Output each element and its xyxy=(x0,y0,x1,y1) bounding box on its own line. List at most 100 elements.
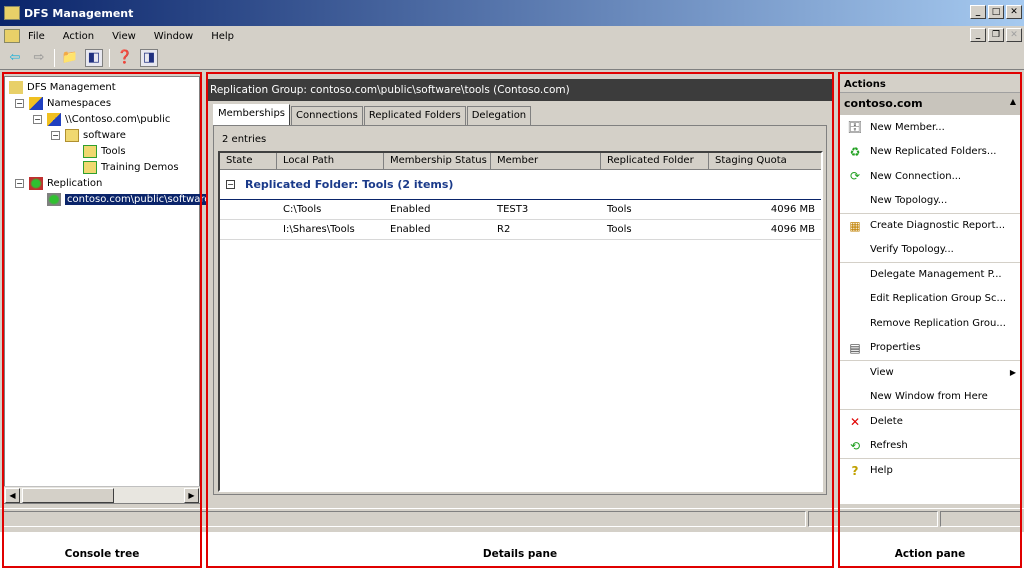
folder-icon xyxy=(65,129,79,142)
column-state[interactable]: State xyxy=(220,153,277,169)
list-header: State Local Path Membership Status Membe… xyxy=(220,153,821,170)
tab-connections[interactable]: Connections xyxy=(291,106,363,125)
action-new-window[interactable]: New Window from Here xyxy=(840,385,1020,410)
namespace-icon xyxy=(47,113,61,126)
cell-member: R2 xyxy=(497,224,511,235)
status-panel xyxy=(2,511,806,527)
toolbar-separator xyxy=(109,48,110,67)
collapse-up-icon[interactable]: ▲ xyxy=(1010,97,1016,106)
maximize-button[interactable]: □ xyxy=(988,5,1004,19)
status-panel xyxy=(940,511,1022,527)
tree-item-root[interactable]: DFS Management xyxy=(9,81,116,94)
blank-icon xyxy=(846,193,864,209)
action-delete[interactable]: ✕ Delete xyxy=(840,409,1020,434)
forward-arrow-icon[interactable]: ⇨ xyxy=(30,49,48,67)
cell-local-path: I:\Shares\Tools xyxy=(283,224,355,235)
action-new-member[interactable]: 🗄 New Member... xyxy=(840,115,1020,140)
cell-status: Enabled xyxy=(390,204,431,215)
new-connection-icon: ⟳ xyxy=(849,169,861,184)
action-pane-caption: Action pane xyxy=(894,548,966,560)
collapse-namespaces[interactable]: − xyxy=(15,99,24,108)
menu-action[interactable]: Action xyxy=(63,31,94,42)
up-folder-icon[interactable]: 📁 xyxy=(61,49,79,67)
column-local-path[interactable]: Local Path xyxy=(277,153,384,169)
menu-view[interactable]: View xyxy=(112,31,136,42)
show-hide-tree-icon[interactable]: ◧ xyxy=(85,48,103,67)
help-icon: ? xyxy=(851,463,859,478)
column-membership-status[interactable]: Membership Status xyxy=(384,153,491,169)
action-refresh[interactable]: ⟲ Refresh xyxy=(840,434,1020,459)
action-new-connection[interactable]: ⟳ New Connection... xyxy=(840,164,1020,189)
collapse-replication[interactable]: − xyxy=(15,179,24,188)
blank-icon xyxy=(846,267,864,283)
tab-delegation[interactable]: Delegation xyxy=(466,106,532,125)
minimize-button[interactable]: _ xyxy=(970,5,986,19)
cell-folder: Tools xyxy=(607,204,632,215)
status-bar xyxy=(0,508,1024,528)
dfs-icon xyxy=(9,81,23,94)
tree-horizontal-scrollbar[interactable]: ◀ ▶ xyxy=(4,486,200,503)
action-new-topology[interactable]: New Topology... xyxy=(840,189,1020,214)
action-remove-replication-group[interactable]: Remove Replication Grou... xyxy=(840,311,1020,336)
scroll-left-icon[interactable]: ◀ xyxy=(5,488,20,503)
action-edit-replication-schedule[interactable]: Edit Replication Group Sc... xyxy=(840,287,1020,312)
close-button[interactable]: ✕ xyxy=(1006,5,1022,19)
group-header[interactable]: − Replicated Folder: Tools (2 items) xyxy=(220,170,821,200)
blank-icon xyxy=(846,365,864,381)
action-help[interactable]: ? Help xyxy=(840,458,1020,483)
toolbar: ⇦ ⇨ 📁 ◧ ❓ ◨ xyxy=(0,46,1024,70)
column-member[interactable]: Member xyxy=(491,153,601,169)
mdi-minimize-button[interactable]: _ xyxy=(970,28,986,42)
menu-help[interactable]: Help xyxy=(211,31,234,42)
title-bar: DFS Management _ □ ✕ xyxy=(0,0,1024,26)
blank-icon xyxy=(846,389,864,405)
memberships-list: State Local Path Membership Status Membe… xyxy=(218,151,823,492)
cell-member: TEST3 xyxy=(497,204,529,215)
submenu-arrow-icon: ▶ xyxy=(1009,368,1016,378)
mmc-doc-icon[interactable] xyxy=(4,29,20,43)
menu-file[interactable]: File xyxy=(28,31,45,42)
tree-item-software[interactable]: software xyxy=(65,129,126,142)
mdi-restore-button[interactable]: ❐ xyxy=(988,28,1004,42)
menu-window[interactable]: Window xyxy=(154,31,193,42)
back-arrow-icon[interactable]: ⇦ xyxy=(6,49,24,67)
tree-item-training-demos[interactable]: Training Demos xyxy=(83,161,179,174)
action-create-diagnostic-report[interactable]: ▦ Create Diagnostic Report... xyxy=(840,213,1020,238)
collapse-software[interactable]: − xyxy=(51,131,60,140)
menu-bar: File Action View Window Help _ ❐ ✕ xyxy=(0,26,1024,46)
actions-section-header[interactable]: contoso.com ▲ xyxy=(840,93,1020,115)
action-view[interactable]: View ▶ xyxy=(840,360,1020,385)
details-pane: Replication Group: contoso.com\public\so… xyxy=(207,76,832,504)
action-delegate-management[interactable]: Delegate Management P... xyxy=(840,262,1020,287)
column-replicated-folder[interactable]: Replicated Folder xyxy=(601,153,709,169)
tree-item-namespaces[interactable]: Namespaces xyxy=(29,97,111,110)
action-verify-topology[interactable]: Verify Topology... xyxy=(840,238,1020,263)
action-pane: Actions contoso.com ▲ 🗄 New Member... ♻ New… xyxy=(838,76,1020,504)
show-hide-action-pane-icon[interactable]: ◨ xyxy=(140,48,158,67)
scroll-right-icon[interactable]: ▶ xyxy=(184,488,199,503)
help-icon[interactable]: ❓ xyxy=(116,49,134,67)
tree-item-replication[interactable]: Replication xyxy=(29,177,102,190)
tab-memberships[interactable]: Memberships xyxy=(213,104,291,125)
mdi-close-button[interactable]: ✕ xyxy=(1006,28,1022,42)
scroll-thumb[interactable] xyxy=(22,488,114,503)
collapse-namespace[interactable]: − xyxy=(33,115,42,124)
replication-group-icon xyxy=(47,193,61,206)
tab-replicated-folders[interactable]: Replicated Folders xyxy=(363,106,466,125)
new-replicated-folders-icon: ♻ xyxy=(849,144,861,159)
toolbar-separator xyxy=(54,48,55,67)
tree-item-replication-group[interactable]: contoso.com\public\software xyxy=(47,193,213,206)
column-staging-quota[interactable]: Staging Quota xyxy=(709,153,821,169)
group-collapse-icon[interactable]: − xyxy=(226,180,235,189)
action-properties[interactable]: ▤ Properties xyxy=(840,336,1020,361)
table-row[interactable]: C:\Tools Enabled TEST3 Tools 4096 MB xyxy=(220,200,821,220)
tree-item-namespace[interactable]: \\Contoso.com\public xyxy=(47,113,170,126)
action-new-replicated-folders[interactable]: ♻ New Replicated Folders... xyxy=(840,140,1020,165)
folder-target-icon xyxy=(83,161,97,174)
cell-quota: 4096 MB xyxy=(770,204,815,215)
table-row[interactable]: I:\Shares\Tools Enabled R2 Tools 4096 MB xyxy=(220,220,821,240)
replication-icon xyxy=(29,177,43,190)
blank-icon xyxy=(846,315,864,331)
tree-item-tools[interactable]: Tools xyxy=(83,145,126,158)
cell-status: Enabled xyxy=(390,224,431,235)
